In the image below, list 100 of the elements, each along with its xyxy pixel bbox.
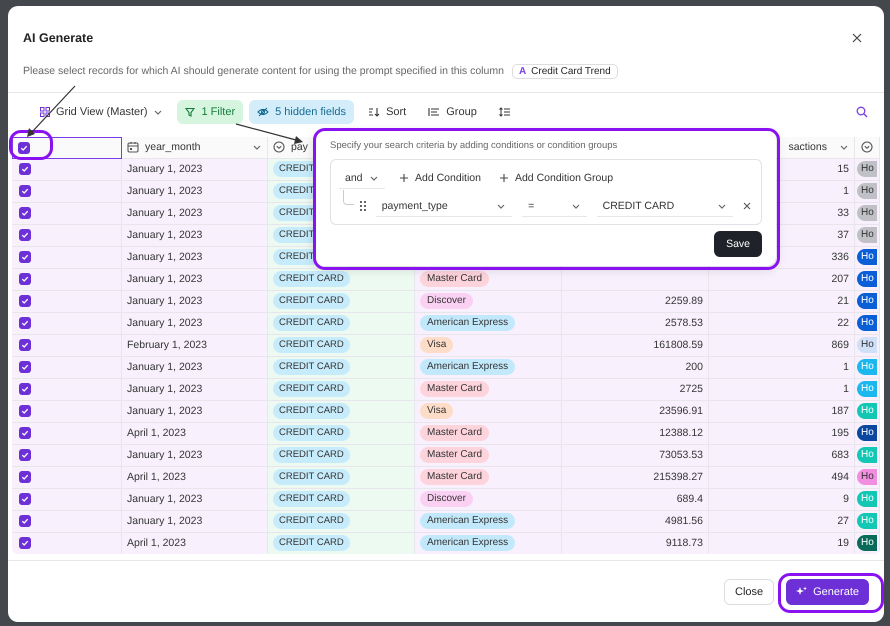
save-button[interactable]: Save	[714, 231, 762, 257]
table-cell: 195	[831, 427, 849, 440]
grid-icon	[40, 106, 50, 117]
table-cell: 15	[837, 163, 849, 176]
status-tag: Ho	[857, 249, 877, 266]
annotation-arrow	[236, 123, 303, 144]
status-tag: Ho	[857, 227, 877, 244]
table-cell: 689.4	[676, 493, 703, 506]
group-button[interactable]: Group	[420, 100, 485, 124]
view-switcher[interactable]: Grid View (Master)	[32, 100, 172, 124]
close-icon[interactable]	[852, 33, 862, 43]
table-cell: January 1, 2023	[127, 383, 202, 396]
card-type-tag: Master Card	[420, 469, 490, 486]
row-checkbox[interactable]	[19, 295, 31, 308]
table-cell: January 1, 2023	[127, 207, 202, 220]
select-all-checkbox[interactable]	[18, 142, 30, 154]
sort-button[interactable]: Sort	[360, 100, 414, 124]
sparkle-icon	[796, 586, 808, 598]
column-header[interactable]: pay	[291, 141, 308, 154]
payment-tag: CREDIT CARD	[273, 535, 350, 552]
table-cell: 2259.89	[665, 295, 703, 308]
table-cell: 2578.53	[665, 317, 703, 330]
row-checkbox[interactable]	[19, 383, 31, 396]
list-icon	[428, 106, 440, 117]
table-cell: 1	[843, 361, 849, 374]
card-type-tag: Master Card	[420, 381, 490, 398]
card-type-tag: Discover	[420, 491, 473, 508]
table-cell: January 1, 2023	[127, 405, 202, 418]
card-type-tag: Discover	[420, 293, 473, 310]
table-cell: 73053.53	[659, 449, 703, 462]
table-cell: January 1, 2023	[127, 163, 202, 176]
card-type-tag: American Express	[420, 535, 516, 552]
row-checkbox[interactable]	[19, 251, 31, 264]
table-cell: 869	[831, 339, 849, 352]
status-tag: Ho	[857, 337, 877, 354]
table-cell: January 1, 2023	[127, 515, 202, 528]
sort-icon	[368, 106, 380, 117]
add-condition-group-button[interactable]: Add Condition Group	[494, 172, 618, 184]
payment-tag: CREDIT CARD	[273, 293, 350, 310]
dropdown-field-icon	[273, 141, 285, 154]
calendar-icon	[127, 141, 139, 154]
row-checkbox[interactable]	[19, 229, 31, 242]
row-height-icon[interactable]	[498, 106, 511, 117]
row-checkbox[interactable]	[19, 339, 31, 352]
table-cell: 9	[843, 493, 849, 506]
table-cell: 215398.27	[653, 471, 703, 484]
table-cell: January 1, 2023	[127, 229, 202, 242]
payment-tag: CREDIT CARD	[273, 315, 350, 332]
row-checkbox[interactable]	[19, 361, 31, 374]
annotation-arrow	[27, 86, 76, 137]
card-type-tag: Visa	[420, 403, 454, 420]
table-cell: April 1, 2023	[127, 427, 186, 440]
row-checkbox[interactable]	[19, 163, 31, 176]
close-button[interactable]: Close	[724, 578, 774, 605]
dialog-description: Please select records for which AI should generate content for using the prompt specified in this column	[23, 65, 504, 77]
highlight-frame	[9, 130, 53, 160]
dropdown-field-icon	[861, 141, 873, 154]
table-cell: February 1, 2023	[127, 339, 207, 352]
row-checkbox[interactable]	[19, 449, 31, 462]
table-cell: 2725	[680, 383, 703, 396]
status-tag: Ho	[857, 205, 877, 222]
payment-tag: CREDIT CARD	[273, 491, 350, 508]
table-cell: 12388.12	[659, 427, 703, 440]
column-chip[interactable]: A Credit Card Trend	[512, 64, 618, 78]
dialog-title: AI Generate	[23, 31, 94, 45]
card-type-tag: Master Card	[420, 425, 490, 442]
status-tag: Ho	[857, 271, 877, 288]
column-header[interactable]: sactions	[788, 141, 827, 154]
generate-button[interactable]: Generate	[786, 578, 869, 605]
row-checkbox[interactable]	[19, 493, 31, 506]
row-checkbox[interactable]	[19, 185, 31, 198]
payment-tag: CREDIT CARD	[273, 381, 350, 398]
table-cell: 683	[831, 449, 849, 462]
search-icon[interactable]	[856, 106, 868, 118]
row-checkbox[interactable]	[19, 317, 31, 330]
payment-tag: CREDIT CARD	[273, 359, 350, 376]
hidden-fields-button[interactable]: 5 hidden fields	[249, 100, 354, 124]
status-tag: Ho	[857, 293, 877, 310]
card-type-tag: American Express	[420, 315, 516, 332]
status-tag: Ho	[857, 315, 877, 332]
add-condition-button[interactable]: Add Condition	[395, 172, 485, 184]
row-checkbox[interactable]	[19, 273, 31, 286]
payment-tag: CREDIT CARD	[273, 403, 350, 420]
status-tag: Ho	[857, 183, 877, 200]
row-checkbox[interactable]	[19, 537, 31, 550]
row-checkbox[interactable]	[19, 207, 31, 220]
row-checkbox[interactable]	[19, 405, 31, 418]
table-cell: 22	[837, 317, 849, 330]
card-type-tag: Visa	[420, 337, 454, 354]
row-checkbox[interactable]	[19, 471, 31, 484]
table-cell: 9118.73	[666, 537, 703, 550]
row-checkbox[interactable]	[19, 427, 31, 440]
payment-tag: CREDIT CARD	[273, 447, 350, 464]
card-type-tag: American Express	[420, 359, 516, 376]
row-checkbox[interactable]	[19, 515, 31, 528]
drag-handle-icon[interactable]	[360, 201, 366, 211]
filter-button[interactable]: 1 Filter	[177, 100, 244, 124]
close-icon[interactable]	[743, 202, 752, 210]
card-type-tag: Master Card	[420, 447, 490, 464]
table-cell: 187	[831, 405, 849, 418]
